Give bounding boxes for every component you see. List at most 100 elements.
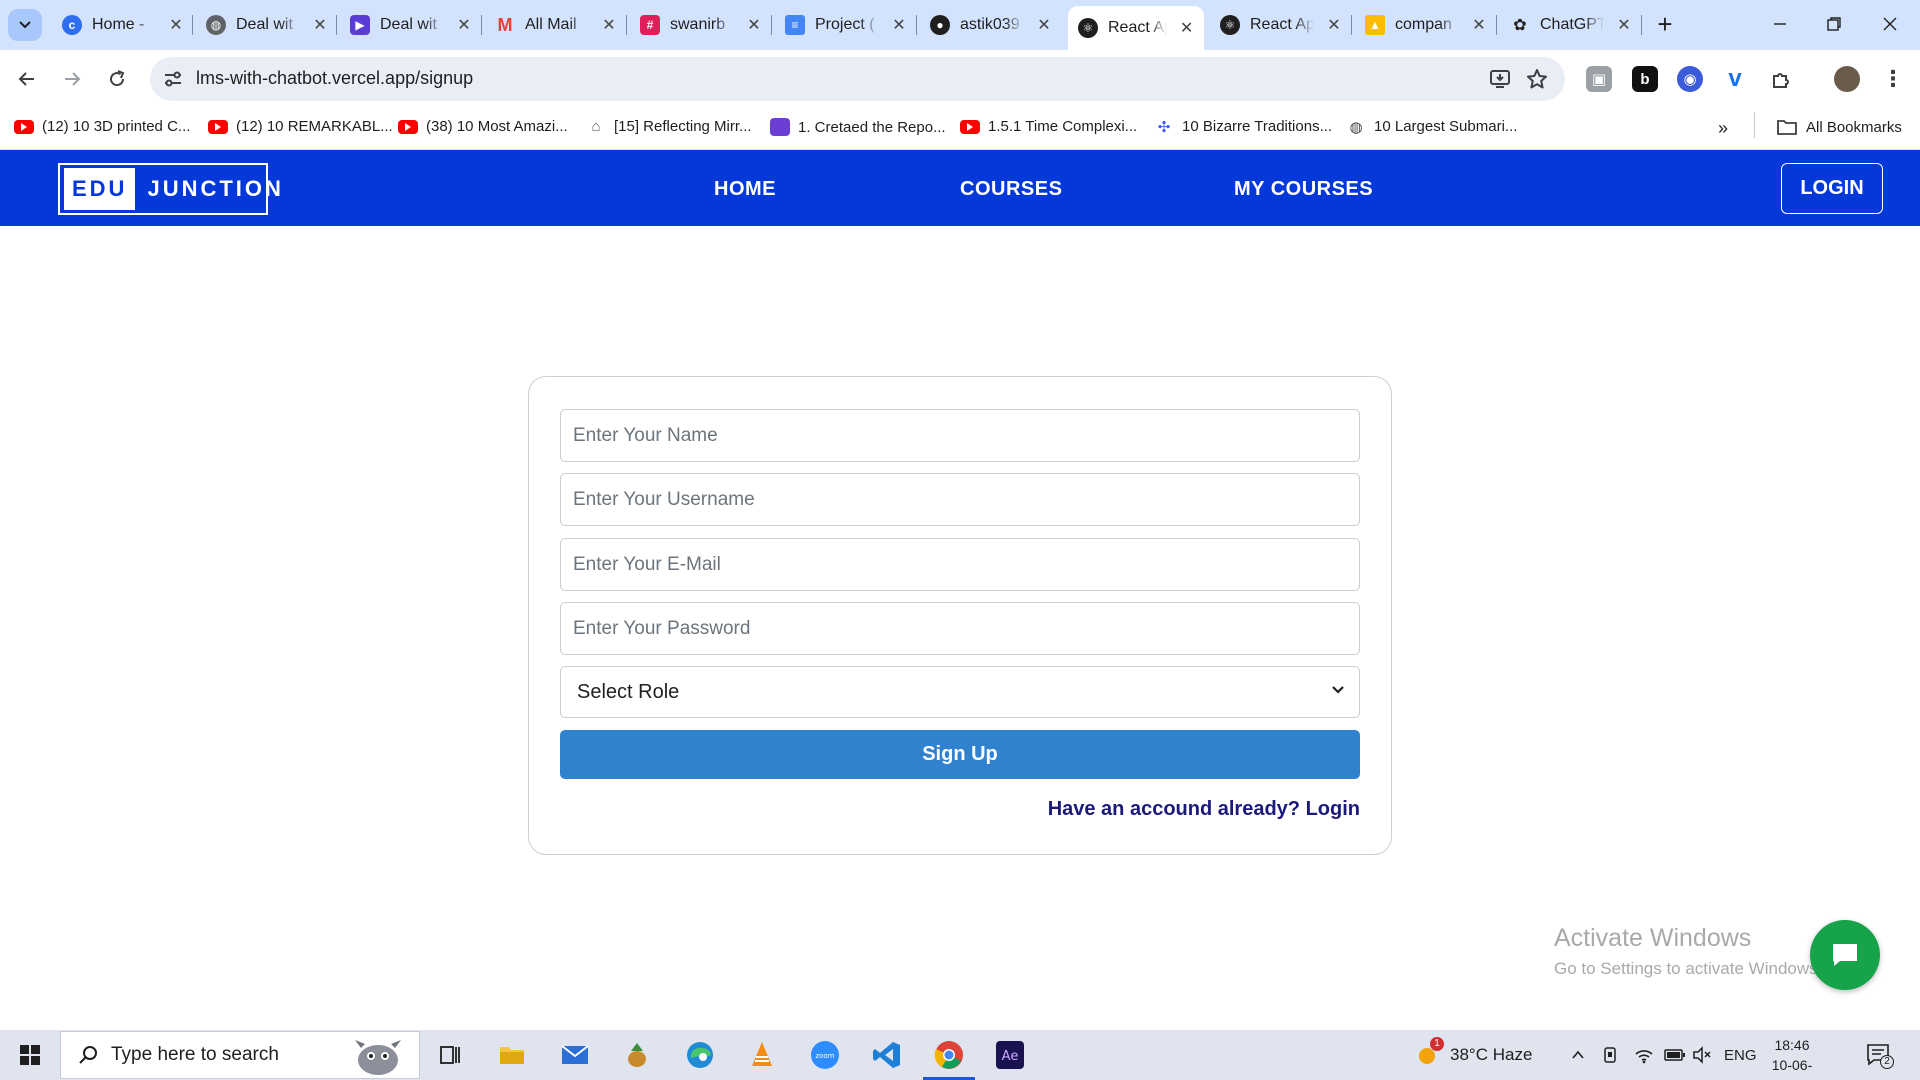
tab-search-button[interactable] [8, 9, 42, 41]
vscode-icon[interactable] [867, 1035, 907, 1075]
arrow-left-icon [18, 72, 34, 86]
sign-up-button[interactable]: Sign Up [560, 730, 1360, 779]
nav-home-link[interactable]: HOME [714, 178, 776, 201]
bookmark-item[interactable]: (38) 10 Most Amazi... [398, 118, 568, 135]
browser-tab[interactable]: M All Mail ✕ [485, 8, 627, 42]
tab-divider [192, 15, 193, 35]
battery-icon[interactable] [1664, 1030, 1686, 1080]
bookmark-item[interactable]: ◍ 10 Largest Submari... [1346, 118, 1517, 136]
show-hidden-icons-button[interactable] [1570, 1030, 1586, 1080]
browser-tab[interactable]: ▲ compan ✕ [1355, 8, 1497, 42]
browser-tab[interactable]: ⚛ React Ap ✕ [1210, 8, 1352, 42]
browser-tab[interactable]: ◍ Deal wit ✕ [196, 8, 338, 42]
close-icon[interactable]: ✕ [456, 15, 472, 35]
extension-icon[interactable]: ▣ [1586, 66, 1612, 92]
close-icon[interactable]: ✕ [1326, 15, 1342, 35]
close-icon[interactable]: ✕ [312, 15, 328, 35]
site-settings-icon[interactable] [162, 68, 184, 90]
bookmark-item[interactable]: (12) 10 REMARKABL... [208, 118, 393, 135]
youtube-icon [960, 119, 980, 134]
bookmark-item[interactable]: 1.5.1 Time Complexi... [960, 118, 1137, 135]
browser-tab-active[interactable]: ⚛ React Ap ✕ [1068, 6, 1204, 50]
zoom-icon[interactable]: zoom [805, 1035, 845, 1075]
role-select[interactable]: Select Role [560, 666, 1360, 718]
close-window-button[interactable] [1862, 6, 1918, 42]
wifi-icon[interactable] [1634, 1030, 1654, 1080]
extension-icon[interactable]: b [1632, 66, 1658, 92]
extension-icon[interactable]: ◉ [1677, 66, 1703, 92]
chatbot-button[interactable] [1810, 920, 1880, 990]
close-icon[interactable]: ✕ [1036, 15, 1052, 35]
more-bookmarks-button[interactable]: » [1718, 118, 1728, 139]
kebab-menu-icon[interactable]: ⋮ [1880, 66, 1906, 92]
login-button[interactable]: LOGIN [1781, 163, 1883, 214]
address-bar[interactable]: lms-with-chatbot.vercel.app/signup [150, 57, 1565, 101]
install-app-icon[interactable] [1488, 67, 1512, 91]
bookmark-item[interactable]: ✣ 10 Bizarre Traditions... [1154, 118, 1332, 136]
edge-browser-icon[interactable] [680, 1035, 720, 1075]
new-tab-button[interactable]: + [1650, 10, 1680, 40]
browser-tab[interactable]: ≡ Project ( ✕ [775, 8, 917, 42]
nav-my-courses-link[interactable]: MY COURSES [1234, 178, 1373, 201]
github-icon: ● [930, 15, 950, 35]
restore-button[interactable] [1806, 6, 1862, 42]
chevron-down-icon [19, 21, 31, 29]
system-clock[interactable]: 18:46 10-06-2024 [1762, 1035, 1822, 1080]
close-icon[interactable]: ✕ [891, 15, 907, 35]
close-icon[interactable]: ✕ [1179, 18, 1194, 38]
puzzle-extensions-icon[interactable] [1768, 66, 1794, 92]
browser-tab[interactable]: # swanirb ✕ [630, 8, 772, 42]
reload-icon [110, 70, 125, 87]
username-input[interactable] [560, 473, 1360, 526]
forward-button[interactable] [55, 62, 89, 96]
bookmark-item[interactable]: 1. Cretaed the Repo... [770, 118, 946, 136]
browser-toolbar: lms-with-chatbot.vercel.app/signup ▣ b ◉… [0, 50, 1920, 108]
game-app-icon[interactable] [617, 1035, 657, 1075]
nav-courses-link[interactable]: COURSES [960, 178, 1062, 201]
chrome-icon[interactable] [923, 1035, 975, 1080]
taskbar-search-box[interactable]: Type here to search [60, 1031, 420, 1079]
browser-tab[interactable]: ▶ Deal wit ✕ [340, 8, 482, 42]
profile-avatar[interactable] [1834, 66, 1860, 92]
task-view-icon[interactable] [430, 1035, 470, 1075]
browser-tab[interactable]: c Home - ✕ [52, 8, 194, 42]
site-logo[interactable]: EDU JUNCTION [58, 163, 281, 215]
name-input[interactable] [560, 409, 1360, 462]
close-icon[interactable]: ✕ [746, 15, 762, 35]
meet-now-icon[interactable] [1602, 1030, 1620, 1080]
notification-center-button[interactable]: 2 [1866, 1030, 1894, 1080]
start-button[interactable] [0, 1030, 60, 1080]
back-button[interactable] [10, 62, 44, 96]
bookmark-star-icon[interactable] [1525, 67, 1549, 91]
input-language-indicator[interactable]: ENG [1724, 1030, 1757, 1080]
bookmark-item[interactable]: (12) 10 3D printed C... [14, 118, 190, 135]
tab-divider [1641, 15, 1642, 35]
mail-icon[interactable] [555, 1035, 595, 1075]
youtube-icon [14, 119, 34, 134]
vlc-icon[interactable] [742, 1035, 782, 1075]
close-icon[interactable]: ✕ [1616, 15, 1632, 35]
login-link[interactable]: Have an accound already? Login [1048, 798, 1360, 821]
weather-widget[interactable]: 1 38°C Haze [1416, 1030, 1532, 1080]
docs-icon: ≡ [785, 15, 805, 35]
file-explorer-icon[interactable] [492, 1035, 532, 1075]
bookmark-item[interactable]: ⌂ [15] Reflecting Mirr... [586, 118, 751, 135]
browser-tab[interactable]: ✿ ChatGPT ✕ [1500, 8, 1642, 42]
search-highlight-image [355, 1040, 401, 1075]
reload-button[interactable] [100, 62, 134, 96]
close-icon[interactable]: ✕ [168, 15, 184, 35]
close-icon[interactable]: ✕ [1471, 15, 1487, 35]
minimize-button[interactable] [1752, 6, 1808, 42]
url-text[interactable]: lms-with-chatbot.vercel.app/signup [196, 68, 473, 89]
browser-tab[interactable]: ● astik039 ✕ [920, 8, 1062, 42]
notification-icon: 2 [1866, 1043, 1894, 1069]
password-input[interactable] [560, 602, 1360, 655]
volume-muted-icon[interactable] [1692, 1030, 1712, 1080]
vimeo-extension-icon[interactable]: v [1722, 65, 1748, 92]
tab-divider [1496, 15, 1497, 35]
all-bookmarks-button[interactable]: All Bookmarks [1776, 118, 1902, 136]
email-input[interactable] [560, 538, 1360, 591]
after-effects-icon[interactable]: Ae [990, 1035, 1030, 1075]
tab-divider [771, 15, 772, 35]
close-icon[interactable]: ✕ [601, 15, 617, 35]
